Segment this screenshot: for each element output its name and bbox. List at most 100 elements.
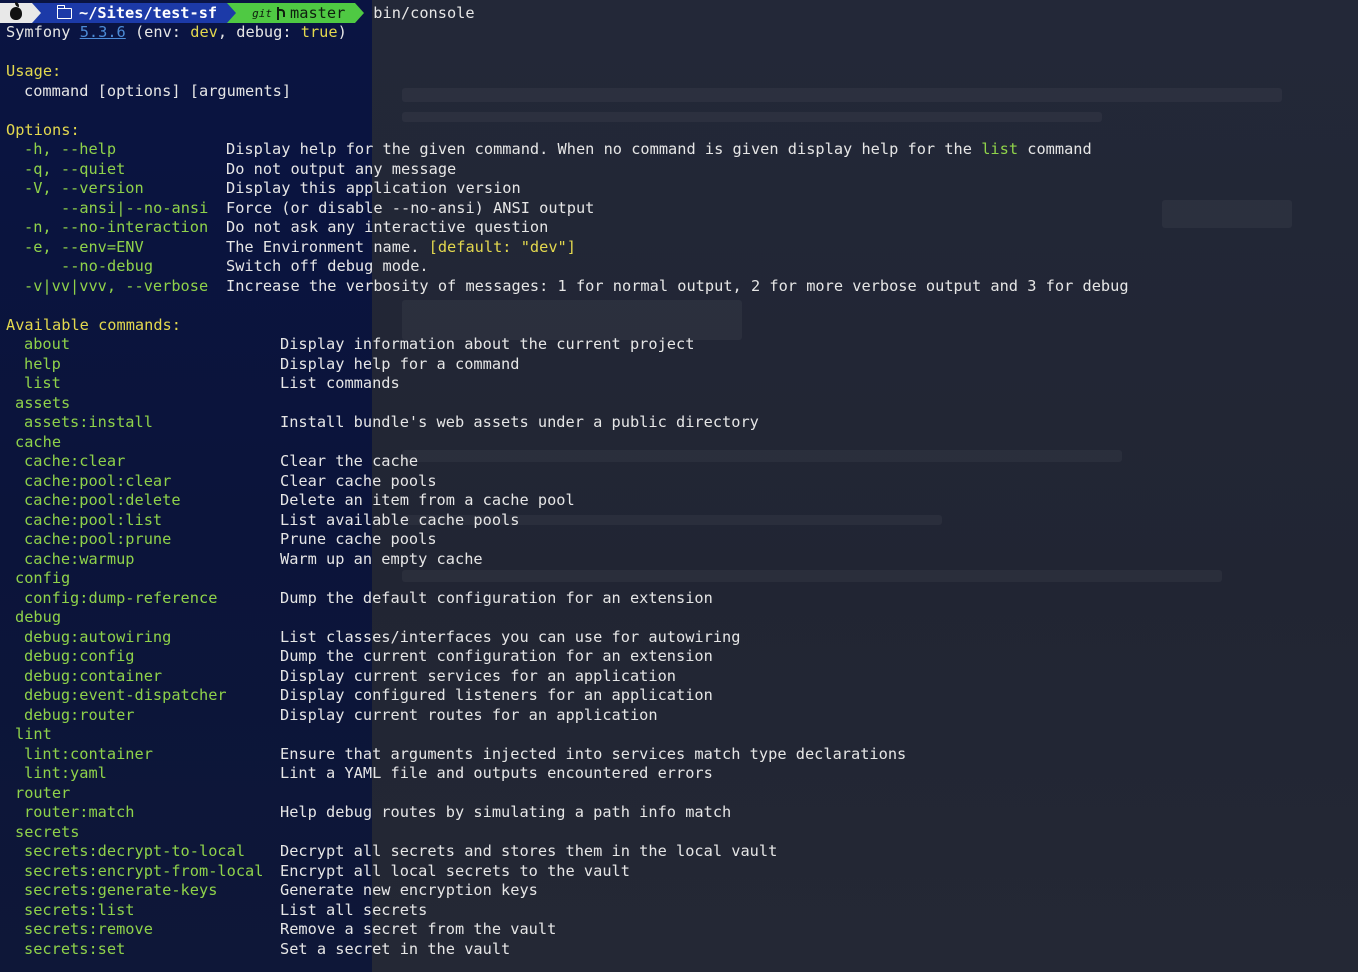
command-description: Display current services for an applicat… bbox=[280, 666, 677, 685]
command-name[interactable]: debug:autowiring bbox=[6, 628, 171, 646]
command-row[interactable]: secrets:remove Remove a secret from the v… bbox=[6, 920, 1358, 940]
git-label: git bbox=[252, 6, 273, 20]
command-name[interactable]: secrets:remove bbox=[6, 920, 153, 938]
command-row[interactable]: config:dump-reference Dump the default co… bbox=[6, 589, 1358, 609]
command-row[interactable]: debug:router Display current routes for a… bbox=[6, 706, 1358, 726]
command-description: List commands bbox=[280, 374, 400, 392]
command-description: Display information about the current pr… bbox=[280, 335, 695, 353]
command-name[interactable]: cache:pool:delete bbox=[6, 491, 181, 509]
option-row: -n, --no-interaction Do not ask any inter… bbox=[6, 218, 1358, 238]
command-row[interactable]: about Display information about the curre… bbox=[6, 335, 1358, 355]
option-row: -q, --quiet Do not output any message bbox=[6, 160, 1358, 180]
command-row[interactable]: cache:pool:clear Clear cache pools bbox=[6, 472, 1358, 492]
command-row[interactable]: cache:pool:delete Delete an item from a c… bbox=[6, 491, 1358, 511]
command-name[interactable]: debug:container bbox=[6, 667, 162, 685]
option-flag: -V, --version bbox=[24, 179, 144, 197]
option-default: [default: "dev"] bbox=[428, 237, 576, 256]
command-row[interactable]: lint:yaml Lint a YAML file and outputs en… bbox=[6, 764, 1358, 784]
option-description: Force (or disable --no-ansi) ANSI output bbox=[226, 199, 594, 219]
command-group-heading: router bbox=[15, 783, 71, 802]
option-description-text: Do not ask any interactive question bbox=[226, 218, 549, 236]
env-label: (env: bbox=[134, 23, 191, 41]
command-row[interactable]: debug:config Dump the current configurati… bbox=[6, 647, 1358, 667]
prompt-branch: master bbox=[290, 4, 346, 22]
option-flag: --ansi|--no-ansi bbox=[61, 198, 209, 217]
command-name[interactable]: router:match bbox=[6, 803, 135, 821]
command-name[interactable]: debug:router bbox=[6, 706, 135, 724]
command-description: Remove a secret from the vault bbox=[280, 920, 557, 938]
command-description: Set a secret in the vault bbox=[280, 939, 511, 958]
command-row[interactable]: cache:pool:list List available cache pool… bbox=[6, 511, 1358, 531]
command-name[interactable]: config:dump-reference bbox=[6, 589, 217, 607]
command-row[interactable]: router:match Help debug routes by simulat… bbox=[6, 803, 1358, 823]
command-row[interactable]: secrets:decrypt-to-local Decrypt all secr… bbox=[6, 842, 1358, 862]
command-name[interactable]: assets:install bbox=[6, 413, 153, 431]
prompt-command[interactable]: bin/console bbox=[364, 3, 474, 23]
command-description: Delete an item from a cache pool bbox=[280, 491, 575, 509]
option-description: Do not output any message bbox=[226, 160, 456, 180]
command-name[interactable]: secrets:decrypt-to-local bbox=[6, 842, 245, 860]
command-row[interactable]: help Display help for a command bbox=[6, 355, 1358, 375]
command-description: Clear the cache bbox=[280, 452, 419, 470]
command-group-heading: debug bbox=[15, 608, 62, 626]
command-row[interactable]: secrets:encrypt-from-local Encrypt all lo… bbox=[6, 862, 1358, 882]
command-row[interactable]: list List commands bbox=[6, 374, 1358, 394]
command-description: Display configured listeners for an appl… bbox=[280, 686, 713, 704]
option-row: --ansi|--no-ansi Force (or disable --no-a… bbox=[6, 199, 1358, 219]
command-name[interactable]: cache:clear bbox=[6, 452, 125, 470]
command-group-heading: lint bbox=[15, 725, 52, 743]
command-row[interactable]: debug:autowiring List classes/interfaces … bbox=[6, 628, 1358, 648]
command-name[interactable]: cache:warmup bbox=[6, 550, 135, 568]
command-name[interactable]: secrets:list bbox=[6, 901, 135, 919]
command-row[interactable]: assets:install Install bundle's web asset… bbox=[6, 413, 1358, 433]
command-description: Display help for a command bbox=[280, 354, 520, 373]
option-flag: --no-debug bbox=[61, 257, 154, 275]
command-row[interactable]: debug:event-dispatcher Display configured… bbox=[6, 686, 1358, 706]
command-name[interactable]: list bbox=[6, 374, 61, 392]
command-name[interactable]: secrets:generate-keys bbox=[6, 881, 217, 899]
option-description-text: Display this application version bbox=[226, 179, 521, 197]
command-group-heading: cache bbox=[15, 432, 62, 451]
command-name[interactable]: cache:pool:list bbox=[6, 511, 162, 529]
command-description: Dump the default configuration for an ex… bbox=[280, 588, 713, 607]
command-name[interactable]: secrets:set bbox=[6, 940, 125, 958]
option-row: --no-debug Switch off debug mode. bbox=[6, 257, 1358, 277]
command-description: Decrypt all secrets and stores them in t… bbox=[280, 842, 778, 860]
option-description-tail: command bbox=[1018, 140, 1092, 158]
prompt-separator bbox=[355, 3, 365, 23]
command-row[interactable]: debug:container Display current services … bbox=[6, 667, 1358, 687]
app-name: Symfony bbox=[6, 23, 71, 41]
usage-heading: Usage: bbox=[6, 62, 62, 80]
command-name[interactable]: cache:pool:clear bbox=[6, 472, 171, 490]
command-description: Warm up an empty cache bbox=[280, 549, 483, 568]
command-name[interactable]: debug:event-dispatcher bbox=[6, 686, 227, 704]
option-row: -v|vv|vvv, --verbose Increase the verbosi… bbox=[6, 277, 1358, 297]
shell-prompt: ~/Sites/test-sf git master bin/console bbox=[0, 1, 1358, 23]
command-name[interactable]: secrets:encrypt-from-local bbox=[6, 862, 263, 880]
command-row[interactable]: lint:container Ensure that arguments inje… bbox=[6, 745, 1358, 765]
option-flag: -q, --quiet bbox=[24, 159, 126, 178]
env-value: dev bbox=[190, 23, 218, 41]
version-link[interactable]: 5.3.6 bbox=[80, 23, 126, 41]
prompt-directory: ~/Sites/test-sf bbox=[79, 4, 218, 22]
version-close: ) bbox=[337, 23, 347, 41]
commands-list: about Display information about the curre… bbox=[6, 335, 1358, 959]
command-row[interactable]: secrets:set Set a secret in the vault bbox=[6, 940, 1358, 960]
command-name[interactable]: lint:yaml bbox=[6, 764, 107, 782]
command-name[interactable]: cache:pool:prune bbox=[6, 530, 171, 548]
command-row[interactable]: secrets:generate-keys Generate new encryp… bbox=[6, 881, 1358, 901]
command-name[interactable]: about bbox=[6, 335, 70, 353]
command-row[interactable]: cache:warmup Warm up an empty cache bbox=[6, 550, 1358, 570]
option-description: Do not ask any interactive question bbox=[226, 218, 548, 238]
option-row: -V, --version Display this application ve… bbox=[6, 179, 1358, 199]
option-description-text: Do not output any message bbox=[226, 159, 457, 178]
command-row[interactable]: cache:clear Clear the cache bbox=[6, 452, 1358, 472]
command-row[interactable]: cache:pool:prune Prune cache pools bbox=[6, 530, 1358, 550]
command-name[interactable]: debug:config bbox=[6, 647, 135, 665]
command-row[interactable]: secrets:list List all secrets bbox=[6, 901, 1358, 921]
command-name[interactable]: lint:container bbox=[6, 745, 153, 763]
option-description: Display help for the given command. When… bbox=[226, 140, 1092, 160]
command-name[interactable]: help bbox=[6, 355, 61, 373]
debug-label: , debug: bbox=[217, 23, 301, 41]
usage-text: command [options] [arguments] bbox=[24, 81, 292, 100]
